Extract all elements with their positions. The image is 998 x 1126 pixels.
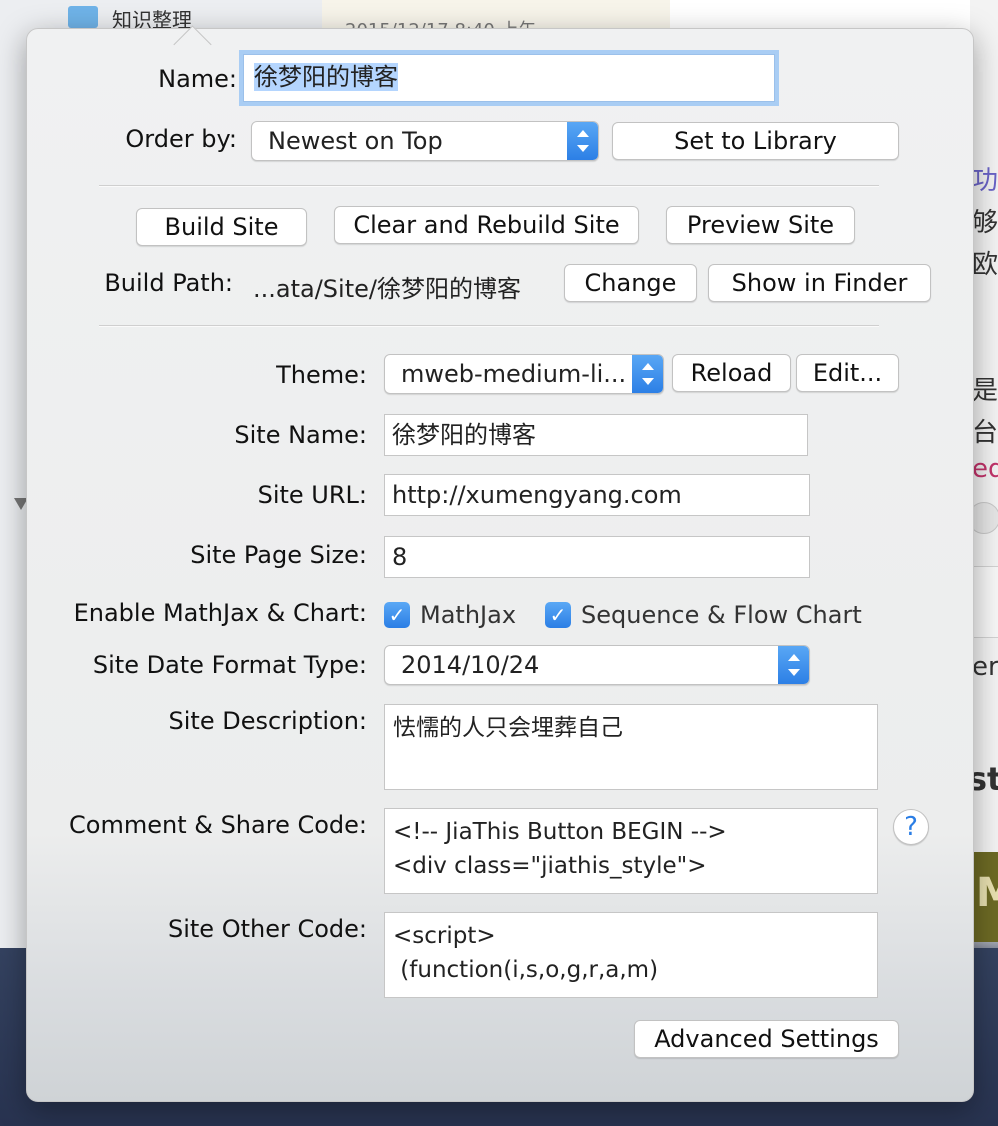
mathjax-chart-label: Enable MathJax & Chart: bbox=[73, 599, 367, 627]
editor-text-fragment: 是, bbox=[972, 376, 998, 406]
site-description-text: 怯懦的人只会埋葬自己 bbox=[393, 715, 623, 741]
site-page-size-label: Site Page Size: bbox=[190, 541, 367, 569]
code-line: (function(i,s,o,g,r,a,m) bbox=[393, 957, 659, 983]
comment-share-code-textarea[interactable]: <!-- JiaThis Button BEGIN --> <div class… bbox=[384, 808, 878, 894]
date-format-popup[interactable]: 2014/10/24 bbox=[384, 645, 810, 685]
code-line: <!-- JiaThis Button BEGIN --> bbox=[393, 819, 727, 845]
theme-value: mweb-medium-li... bbox=[401, 360, 627, 388]
editor-image-fragment: M bbox=[972, 852, 998, 942]
site-description-textarea[interactable]: 怯懦的人只会埋葬自己 bbox=[384, 704, 878, 790]
popover-arrow bbox=[173, 25, 212, 64]
mathjax-checkbox-label[interactable]: MathJax bbox=[420, 601, 516, 629]
popup-stepper-icon bbox=[567, 122, 598, 160]
site-url-field[interactable]: http://xumengyang.com bbox=[384, 474, 810, 516]
divider bbox=[99, 325, 879, 327]
clear-rebuild-site-button[interactable]: Clear and Rebuild Site bbox=[334, 206, 639, 244]
editor-text-fragment: ed bbox=[972, 454, 998, 484]
site-url-label: Site URL: bbox=[257, 481, 367, 509]
order-by-label: Order by: bbox=[125, 125, 237, 153]
theme-popup[interactable]: mweb-medium-li... bbox=[384, 354, 664, 394]
name-input-value: 徐梦阳的博客 bbox=[254, 63, 398, 91]
popup-stepper-icon bbox=[778, 646, 809, 684]
name-input[interactable]: 徐梦阳的博客 bbox=[243, 54, 775, 102]
build-site-button[interactable]: Build Site bbox=[136, 208, 307, 246]
code-line: <script> bbox=[393, 923, 496, 949]
reload-button[interactable]: Reload bbox=[672, 354, 791, 392]
site-description-label: Site Description: bbox=[168, 707, 367, 735]
background-panel bbox=[972, 566, 998, 638]
date-format-label: Site Date Format Type: bbox=[92, 651, 367, 679]
mathjax-checkbox[interactable]: ✓ bbox=[384, 602, 410, 628]
build-path-label: Build Path: bbox=[104, 269, 233, 297]
code-line: <div class="jiathis_style"> bbox=[393, 853, 707, 879]
build-path-value: ...ata/Site/徐梦阳的博客 bbox=[253, 275, 521, 303]
help-button[interactable]: ? bbox=[893, 809, 929, 845]
site-settings-popover: Name: 徐梦阳的博客 Order by: Newest on Top Set… bbox=[26, 25, 974, 1102]
show-in-finder-button[interactable]: Show in Finder bbox=[708, 264, 931, 302]
change-button[interactable]: Change bbox=[564, 264, 697, 302]
editor-text-fragment: 欧 bbox=[972, 250, 998, 280]
folder-icon[interactable] bbox=[68, 6, 98, 28]
divider bbox=[99, 185, 879, 187]
editor-text-fragment: era bbox=[972, 652, 998, 682]
preview-site-button[interactable]: Preview Site bbox=[666, 206, 855, 244]
editor-text-fragment: 台 bbox=[972, 418, 998, 448]
site-other-code-textarea[interactable]: <script> (function(i,s,o,g,r,a,m) bbox=[384, 912, 878, 998]
set-to-library-button[interactable]: Set to Library bbox=[612, 122, 899, 160]
date-format-value: 2014/10/24 bbox=[401, 651, 540, 679]
site-other-code-label: Site Other Code: bbox=[167, 915, 367, 943]
name-label: Name: bbox=[158, 65, 237, 93]
flow-chart-checkbox[interactable]: ✓ bbox=[545, 602, 571, 628]
order-by-value: Newest on Top bbox=[268, 127, 443, 155]
site-name-field[interactable]: 徐梦阳的博客 bbox=[384, 414, 808, 456]
editor-text-fragment: 够 bbox=[972, 208, 998, 238]
order-by-popup[interactable]: Newest on Top bbox=[251, 121, 599, 161]
edit-theme-button[interactable]: Edit... bbox=[796, 354, 899, 392]
popup-stepper-icon bbox=[632, 355, 663, 393]
editor-image-text: M bbox=[976, 870, 998, 916]
site-page-size-field[interactable]: 8 bbox=[384, 536, 810, 578]
advanced-settings-button[interactable]: Advanced Settings bbox=[634, 1020, 899, 1058]
editor-text-fragment: 功 bbox=[972, 166, 998, 196]
site-name-label: Site Name: bbox=[234, 421, 367, 449]
theme-label: Theme: bbox=[276, 361, 367, 389]
comment-share-code-label: Comment & Share Code: bbox=[69, 811, 367, 839]
flow-chart-checkbox-label[interactable]: Sequence & Flow Chart bbox=[581, 601, 862, 629]
